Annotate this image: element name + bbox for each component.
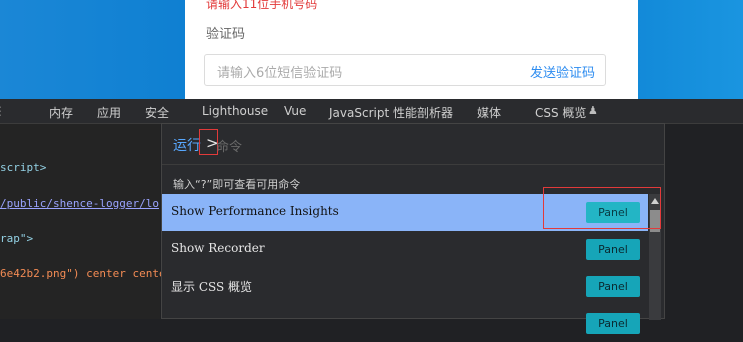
sms-code-input[interactable]: 请输入6位短信验证码 发送验证码 [204,54,606,86]
command-hint: 输入“?”即可查看可用命令 [173,178,301,191]
panel-highlight-box [543,187,661,229]
command-row-css-overview[interactable]: 显示 CSS 概览 Panel [162,268,648,305]
command-prompt[interactable]: 运行 > 命令 [162,124,664,165]
more-tabs-icon[interactable]: ⋮ [0,104,6,118]
tab-media[interactable]: 媒体 [477,104,501,121]
elements-code-panel: script> /public/shence-logger/lo rap"> 6… [0,124,166,319]
tab-security[interactable]: 安全 [145,104,169,121]
command-input[interactable]: 命令 [216,136,242,155]
tab-lighthouse[interactable]: Lighthouse [202,104,268,118]
phone-error-text: 请输入11位手机号码 [206,0,318,11]
panel-badge: Panel [586,239,640,260]
tab-js-profiler[interactable]: JavaScript 性能剖析器 [329,104,453,121]
login-card: 请输入11位手机号码 验证码 请输入6位短信验证码 发送验证码 [185,0,638,99]
command-row-recorder[interactable]: Show Recorder Panel [162,231,648,268]
send-code-button[interactable]: 发送验证码 [530,62,595,81]
sms-code-placeholder: 请输入6位短信验证码 [217,66,343,81]
tab-css-overview[interactable]: CSS 概览 [535,104,586,121]
panel-badge: Panel [586,313,640,334]
tab-application[interactable]: 应用 [97,104,121,121]
tab-memory[interactable]: 内存 [49,104,73,121]
panel-badge: Panel [586,276,640,297]
code-link[interactable]: /public/shence-logger/lo [0,197,159,210]
tab-vue[interactable]: Vue [284,104,306,118]
experiment-icon: ♟ [588,104,598,117]
devtools-tab-bar: ⋮ 内存 应用 安全 Lighthouse Vue JavaScript 性能剖… [0,99,743,124]
code-line: 6e42b2.png") center cente [0,267,166,280]
command-label: Show Performance Insights [171,204,339,218]
code-line: rap"> [0,232,34,245]
sms-code-label: 验证码 [206,27,246,42]
command-row-partial[interactable]: Panel [162,305,648,342]
command-label: 显示 CSS 概览 [171,280,253,294]
code-line: script> [0,161,47,174]
command-label: Show Recorder [171,241,265,255]
run-label: 运行 [173,138,201,154]
